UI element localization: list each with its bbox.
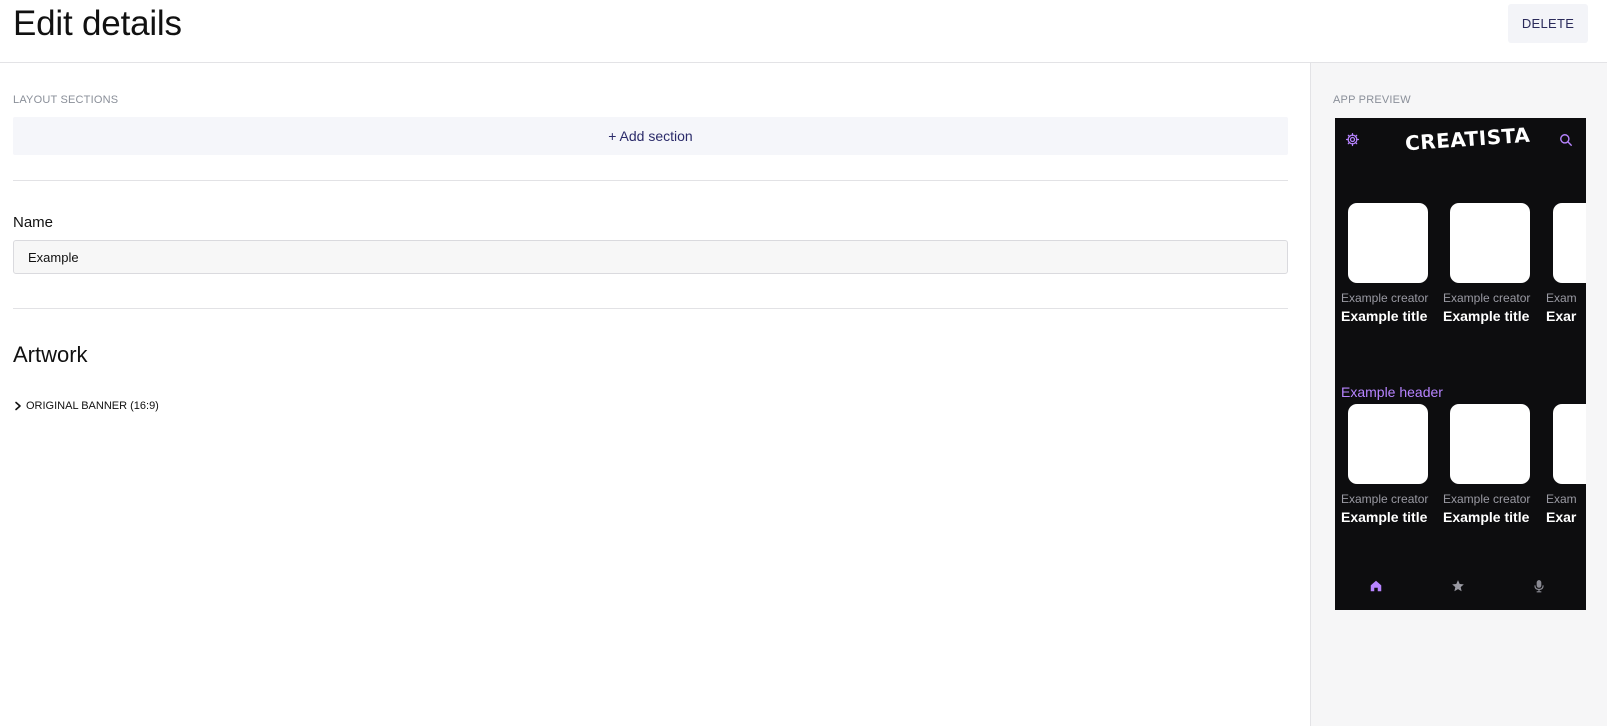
card-thumbnail bbox=[1348, 404, 1428, 484]
card-title: Exar bbox=[1546, 308, 1577, 324]
content-row: Example creator Example title Example cr… bbox=[1335, 404, 1586, 534]
card-title: Example title bbox=[1443, 509, 1530, 525]
gear-icon[interactable] bbox=[1345, 132, 1360, 152]
page-title: Edit details bbox=[13, 4, 182, 43]
microphone-icon[interactable] bbox=[1533, 579, 1545, 598]
original-banner-disclosure[interactable]: ORIGINAL BANNER (16:9) bbox=[14, 400, 159, 412]
card-thumbnail bbox=[1450, 404, 1530, 484]
card-creator: Example creator bbox=[1341, 291, 1429, 305]
top-bar: Edit details DELETE bbox=[0, 0, 1607, 63]
card-creator: Exam bbox=[1546, 492, 1577, 506]
card-title: Example title bbox=[1341, 308, 1428, 324]
divider bbox=[13, 308, 1288, 309]
search-icon[interactable] bbox=[1559, 133, 1573, 152]
content-row: Example creator Example title Example cr… bbox=[1335, 203, 1586, 333]
add-section-button[interactable]: + Add section bbox=[13, 117, 1288, 155]
main-panel: LAYOUT SECTIONS + Add section Name Artwo… bbox=[0, 63, 1311, 726]
card-creator: Example creator bbox=[1443, 291, 1531, 305]
original-banner-label: ORIGINAL BANNER (16:9) bbox=[26, 400, 159, 412]
layout-sections-label: LAYOUT SECTIONS bbox=[13, 94, 119, 106]
app-header: CREATISTA bbox=[1335, 118, 1586, 166]
card-title: Example title bbox=[1341, 509, 1428, 525]
delete-button[interactable]: DELETE bbox=[1508, 4, 1588, 43]
chevron-right-icon bbox=[14, 401, 22, 411]
card-thumbnail bbox=[1553, 203, 1586, 283]
card-thumbnail bbox=[1450, 203, 1530, 283]
card-creator: Example creator bbox=[1443, 492, 1531, 506]
card-title: Exar bbox=[1546, 509, 1577, 525]
star-icon[interactable] bbox=[1451, 579, 1465, 598]
card-creator: Example creator bbox=[1341, 492, 1429, 506]
card-thumbnail bbox=[1553, 404, 1586, 484]
app-preview-panel: APP PREVIEW CREATISTA Example creator Ex… bbox=[1310, 63, 1607, 726]
bottom-nav bbox=[1335, 568, 1586, 610]
app-logo: CREATISTA bbox=[1404, 122, 1531, 156]
row-header: Example header bbox=[1341, 384, 1443, 400]
app-preview-label: APP PREVIEW bbox=[1333, 94, 1411, 106]
artwork-heading: Artwork bbox=[13, 342, 88, 367]
card-creator: Exam bbox=[1546, 291, 1577, 305]
name-input[interactable] bbox=[13, 240, 1288, 274]
divider bbox=[13, 180, 1288, 181]
app-preview-screen: CREATISTA Example creator Example title … bbox=[1335, 118, 1586, 610]
name-label: Name bbox=[13, 214, 54, 231]
card-title: Example title bbox=[1443, 308, 1530, 324]
home-icon[interactable] bbox=[1369, 579, 1383, 598]
card-thumbnail bbox=[1348, 203, 1428, 283]
